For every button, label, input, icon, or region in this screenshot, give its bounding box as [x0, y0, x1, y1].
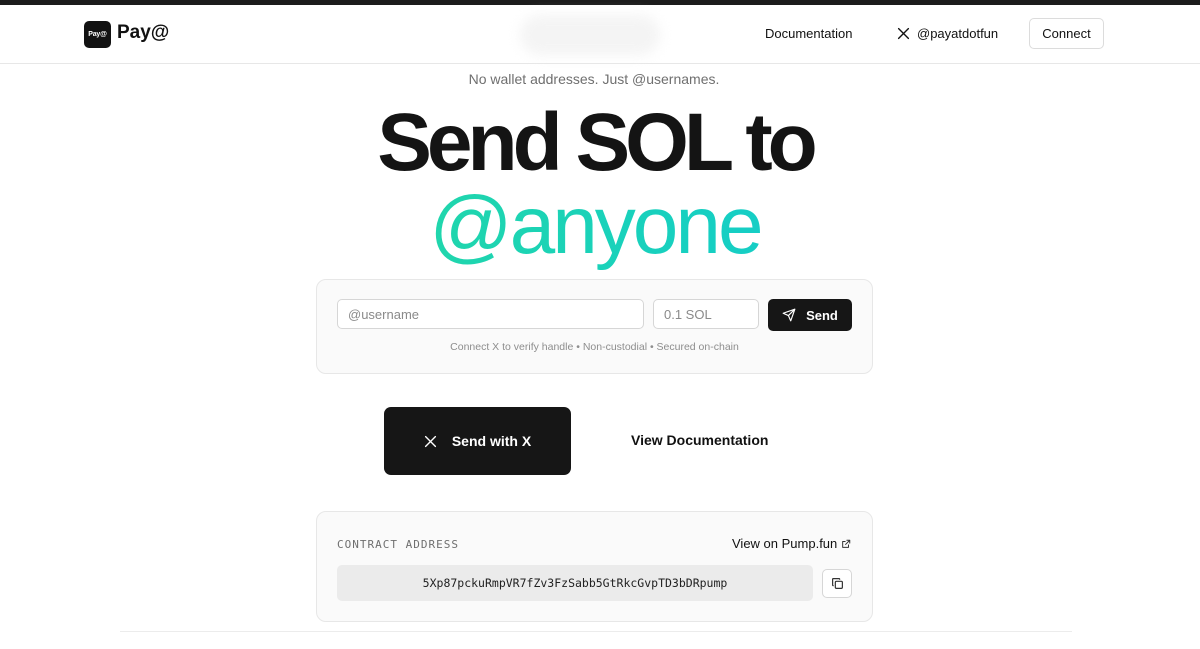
view-on-pumpfun-link[interactable]: View on Pump.fun [732, 536, 851, 551]
send-with-x-button[interactable]: Send with X [384, 407, 571, 475]
send-form-card: Send Connect X to verify handle • Non-cu… [316, 279, 873, 374]
copy-address-button[interactable] [822, 569, 852, 598]
x-logo-icon [897, 27, 910, 40]
contract-address-label: CONTRACT ADDRESS [337, 538, 459, 551]
hero-title-line2: @anyone [0, 180, 1190, 272]
username-input[interactable] [337, 299, 644, 329]
nav-x-handle: @payatdotfun [917, 26, 999, 41]
nav-x-link[interactable]: @payatdotfun [897, 26, 998, 41]
site-header: Pay@ Pay@ Documentation @payatdotfun Con… [0, 5, 1200, 64]
blurred-element [520, 15, 660, 55]
paper-plane-icon [782, 308, 796, 322]
nav-documentation-link[interactable]: Documentation [765, 26, 852, 41]
view-documentation-link[interactable]: View Documentation [631, 432, 768, 448]
hero-title-line1: Send SOL to [377, 97, 818, 188]
send-button[interactable]: Send [768, 299, 852, 331]
copy-icon [831, 578, 843, 589]
contract-address-card: CONTRACT ADDRESS View on Pump.fun 5Xp87p… [316, 511, 873, 622]
send-form-note: Connect X to verify handle • Non-custodi… [450, 341, 739, 353]
amount-input[interactable] [653, 299, 759, 329]
logo-icon[interactable]: Pay@ [84, 21, 111, 48]
send-with-x-label: Send with X [451, 433, 532, 449]
hero-tagline: No wallet addresses. Just @usernames. [468, 71, 720, 87]
send-button-label: Send [806, 307, 838, 323]
external-link-icon [842, 539, 851, 548]
brand-name[interactable]: Pay@ [117, 22, 169, 44]
connect-button[interactable]: Connect [1029, 18, 1104, 49]
footer-divider [120, 631, 1072, 632]
pumpfun-link-label: View on Pump.fun [732, 536, 838, 551]
contract-address-value[interactable]: 5Xp87pckuRmpVR7fZv3FzSabb5GtRkcGvpTD3bDR… [337, 565, 813, 601]
x-logo-icon [424, 435, 436, 447]
